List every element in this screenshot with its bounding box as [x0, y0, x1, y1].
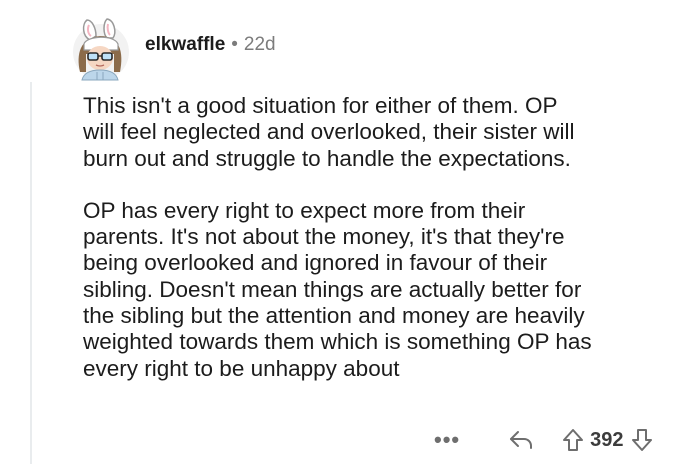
reply-button[interactable]: [508, 429, 534, 451]
bunny-avatar-icon: [73, 18, 129, 81]
downvote-button[interactable]: [631, 428, 653, 452]
comment-body: This isn't a good situation for either o…: [83, 93, 683, 382]
meta-separator: •: [231, 34, 238, 55]
comment-paragraph: This isn't a good situation for either o…: [83, 93, 575, 171]
comment-paragraph: OP has every right to expect more from t…: [83, 197, 592, 381]
comment-actions: ••• 392: [434, 425, 653, 455]
vote-score: 392: [590, 428, 624, 451]
more-options-button[interactable]: •••: [434, 429, 460, 451]
username[interactable]: elkwaffle: [145, 33, 225, 57]
comment-meta: elkwaffle • 22d: [145, 33, 276, 57]
thread-line[interactable]: [30, 82, 32, 464]
reply-arrow-icon: [510, 431, 533, 449]
downvote-arrow-icon: [632, 429, 653, 451]
comment-age: 22d: [243, 34, 276, 55]
upvote-arrow-icon: [563, 429, 584, 451]
avatar[interactable]: [70, 14, 132, 82]
upvote-button[interactable]: [562, 428, 584, 452]
